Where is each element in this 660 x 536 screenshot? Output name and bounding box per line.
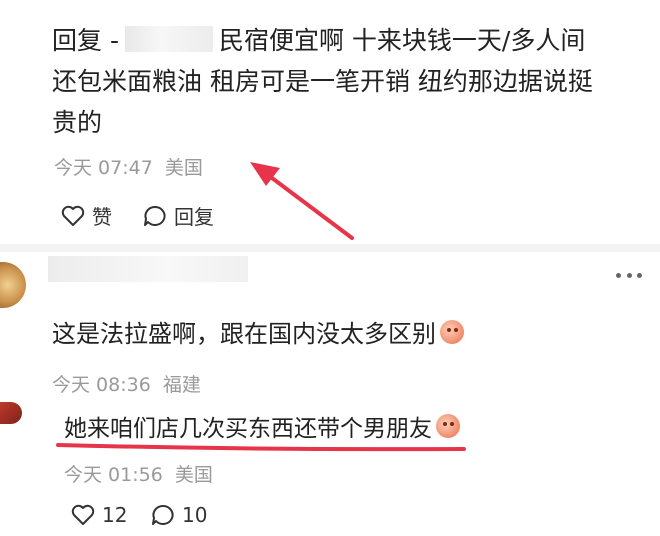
reply-time: 今天 07:47 [54, 157, 153, 179]
avatar[interactable] [0, 262, 26, 308]
like-button[interactable]: 赞 [60, 201, 112, 230]
comment-location: 福建 [162, 374, 201, 396]
more-options-button[interactable] [616, 270, 642, 280]
comment-meta: 今天 01:56 美国 [64, 460, 213, 487]
reply-prefix: 回复 - [52, 26, 119, 55]
reply-location: 美国 [164, 157, 203, 179]
comment-bubble-icon [152, 504, 174, 525]
comment-time: 今天 01:56 [64, 464, 163, 486]
reply-button[interactable]: 10 [150, 503, 207, 527]
reply-text-line1: 民宿便宜啊 十来块钱一天/多人间 [218, 26, 586, 55]
comment-location: 美国 [174, 464, 213, 486]
like-button[interactable]: 12 [70, 503, 127, 527]
redacted-username [124, 26, 213, 52]
like-label: 赞 [92, 205, 112, 229]
reply-count: 10 [182, 503, 208, 527]
heart-icon [61, 205, 85, 226]
reply-button[interactable]: 回复 [142, 201, 214, 230]
comment-meta: 今天 08:36 福建 [52, 370, 201, 397]
like-count: 12 [102, 503, 128, 527]
section-divider [0, 244, 660, 252]
comment-time: 今天 08:36 [52, 374, 151, 396]
reply-line-1: 回复 - 民宿便宜啊 十来块钱一天/多人间 [52, 20, 642, 61]
comment-text: 这是法拉盛啊，跟在国内没太多区别 [52, 314, 464, 349]
reply-comment-text: 回复 - 民宿便宜啊 十来块钱一天/多人间 还包米面粮油 租房可是一笔开销 纽约那… [52, 20, 642, 143]
heart-icon [71, 504, 95, 525]
emoji-icon [440, 319, 464, 344]
reply-text-line2: 还包米面粮油 租房可是一笔开销 纽约那边据说挺 [52, 67, 593, 96]
redacted-username [48, 256, 248, 282]
reply-text-line3: 贵的 [52, 108, 103, 137]
annotation-underline [56, 443, 466, 452]
comment-text-content: 这是法拉盛啊，跟在国内没太多区别 [52, 320, 436, 348]
comment-bubble-icon [144, 205, 166, 226]
comment-text-content: 她来咱们店几次买东西还带个男朋友 [64, 416, 432, 442]
reply-meta: 今天 07:47 美国 [54, 153, 203, 180]
reply-label: 回复 [174, 205, 214, 229]
emoji-icon [436, 414, 460, 438]
comment-text: 她来咱们店几次买东西还带个男朋友 [64, 409, 460, 443]
avatar[interactable] [0, 402, 22, 424]
annotation-arrow-icon [250, 162, 354, 240]
